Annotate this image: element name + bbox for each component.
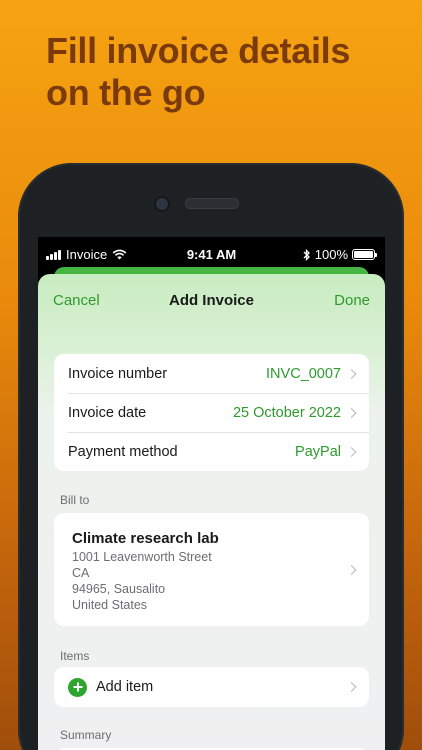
headline: Fill invoice details on the go: [46, 30, 386, 114]
items-card: Add item: [54, 667, 369, 707]
client-address-line: 1001 Leavenworth Street: [72, 550, 212, 564]
chevron-right-icon: [346, 564, 357, 575]
battery-percent: 100%: [314, 247, 348, 262]
summary-section-label: Summary: [60, 728, 112, 742]
invoice-number-row[interactable]: Invoice number INVC_0007: [54, 354, 369, 393]
client-address-line: United States: [72, 598, 148, 612]
client-name: Climate research lab: [72, 530, 219, 547]
earpiece-speaker: [186, 199, 238, 208]
add-item-label: Add item: [96, 679, 154, 695]
bluetooth-icon: [303, 248, 310, 261]
chevron-right-icon: [346, 446, 357, 457]
add-invoice-sheet: Cancel Add Invoice Done Invoice number I…: [38, 274, 385, 750]
row-value: INVC_0007: [266, 365, 341, 382]
invoice-details-card: Invoice number INVC_0007 Invoice date 25…: [54, 354, 369, 471]
chevron-right-icon: [346, 407, 357, 418]
row-value: 25 October 2022: [232, 404, 341, 421]
bill-to-section-label: Bill to: [60, 493, 90, 507]
battery-icon: [352, 249, 377, 260]
headline-line-1: Fill invoice details: [46, 30, 351, 71]
done-button[interactable]: Done: [334, 292, 370, 309]
status-bar: Invoice 9:41 AM 100%: [38, 237, 385, 271]
client-address-line: CA: [72, 566, 90, 580]
row-label: Invoice number: [68, 365, 168, 382]
row-label: Invoice date: [68, 404, 147, 421]
row-label: Payment method: [68, 443, 178, 460]
chevron-right-icon: [346, 368, 357, 379]
phone-screen: Invoice 9:41 AM 100% Cancel Add Invoice …: [38, 237, 385, 750]
nav-bar: Cancel Add Invoice Done: [38, 274, 385, 324]
headline-line-2: on the go: [46, 72, 206, 113]
client-address-line: 94965, Sausalito: [72, 582, 166, 596]
plus-circle-icon: [68, 677, 87, 697]
add-item-button[interactable]: Add item: [54, 667, 369, 707]
front-camera: [156, 198, 168, 210]
invoice-date-row[interactable]: Invoice date 25 October 2022: [54, 393, 369, 432]
row-value: PayPal: [295, 443, 341, 460]
page-title: Add Invoice: [168, 292, 254, 309]
chevron-right-icon: [346, 682, 357, 692]
payment-method-row[interactable]: Payment method PayPal: [54, 432, 369, 471]
bill-to-card[interactable]: Climate research lab 1001 Leavenworth St…: [54, 513, 369, 626]
items-section-label: Items: [60, 649, 90, 663]
